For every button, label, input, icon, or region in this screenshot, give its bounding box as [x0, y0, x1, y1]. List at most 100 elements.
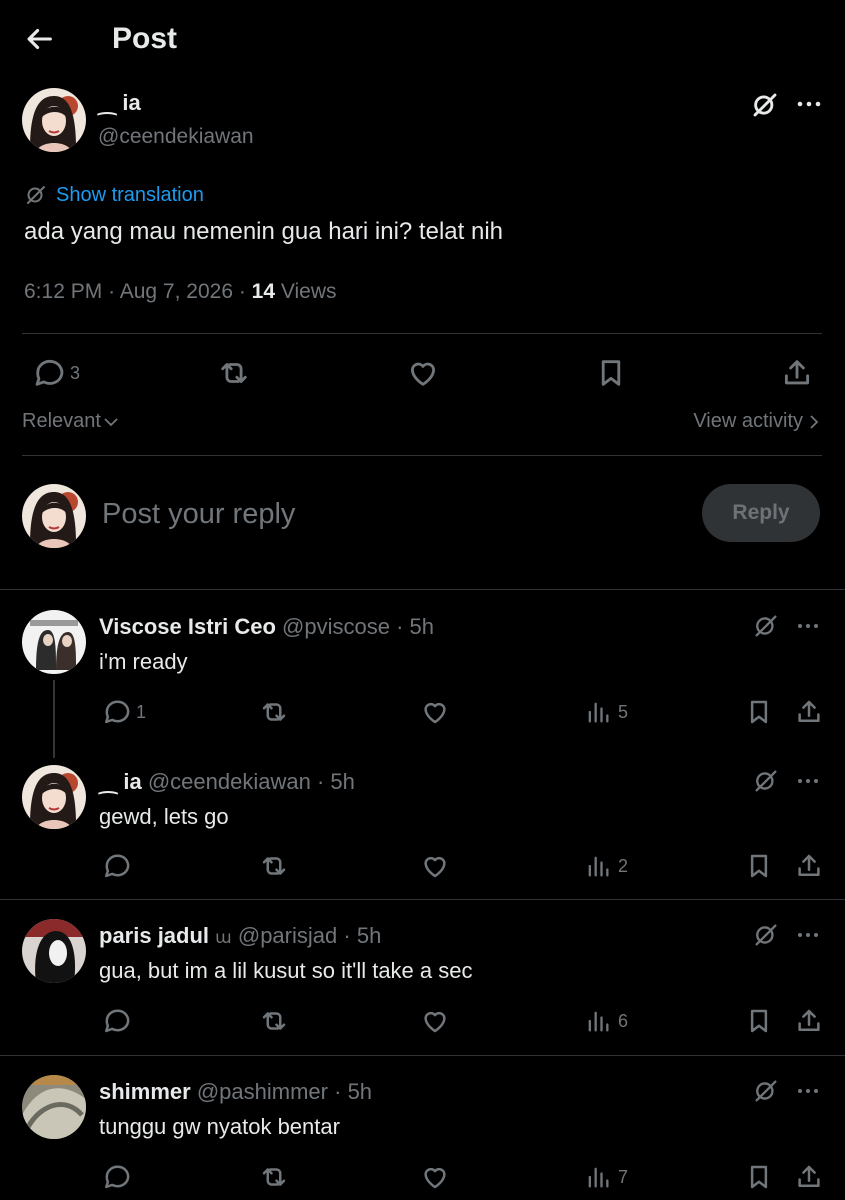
share-action[interactable]: [794, 697, 824, 727]
reply-text: gewd, lets go: [99, 804, 229, 829]
author-handle[interactable]: @ceendekiawan: [98, 125, 254, 149]
share-action[interactable]: [794, 1162, 824, 1192]
reply-time[interactable]: 5h: [330, 769, 354, 794]
grok-button[interactable]: [752, 612, 780, 640]
heart-icon: [424, 1011, 446, 1033]
chevron-down-icon: [104, 417, 118, 426]
more-horizontal-icon: [798, 624, 818, 628]
heart-icon: [424, 856, 446, 878]
reply-button[interactable]: Reply: [702, 484, 820, 542]
share-icon: [798, 854, 820, 876]
heart-icon: [424, 1167, 446, 1189]
author-display-name[interactable]: ⁔ ia: [98, 90, 141, 116]
avatar[interactable]: [22, 765, 86, 829]
reply-header: paris jadul ա @parisjad · 5h: [99, 923, 382, 948]
views-count: 2: [618, 855, 629, 876]
reply-author-name[interactable]: paris jadul: [99, 923, 209, 948]
reply-action[interactable]: [100, 851, 130, 881]
repost-icon: [221, 363, 247, 383]
repost-action[interactable]: [258, 697, 290, 727]
more-horizontal-icon: [797, 101, 821, 107]
more-button[interactable]: [796, 773, 820, 789]
like-action[interactable]: [420, 1006, 450, 1036]
share-action[interactable]: [794, 1006, 824, 1036]
reply-action[interactable]: [100, 1006, 130, 1036]
grok-button[interactable]: [750, 90, 780, 120]
views-action[interactable]: 5: [584, 697, 628, 727]
repost-icon: [262, 1012, 286, 1030]
repost-action[interactable]: [258, 1162, 290, 1192]
show-translation-link[interactable]: Show translation: [24, 182, 204, 208]
reply-time[interactable]: 5h: [357, 923, 381, 948]
more-button[interactable]: [796, 96, 822, 112]
bookmark-action[interactable]: [744, 851, 774, 881]
like-action[interactable]: [420, 851, 450, 881]
avatar[interactable]: [22, 610, 86, 674]
more-button[interactable]: [796, 618, 820, 634]
view-activity-link[interactable]: View activity: [693, 410, 819, 433]
bookmark-action[interactable]: [594, 356, 628, 390]
reply-action[interactable]: [100, 1162, 130, 1192]
chevron-right-icon: [810, 414, 819, 429]
views-count: 14: [251, 280, 276, 303]
share-icon: [798, 1009, 820, 1031]
reply-author-handle[interactable]: @pashimmer: [197, 1079, 328, 1104]
avatar[interactable]: [22, 919, 86, 983]
repost-action[interactable]: [258, 851, 290, 881]
reply-author-name[interactable]: Viscose Istri Ceo: [99, 614, 276, 639]
share-icon: [784, 360, 810, 385]
post-date[interactable]: Aug 7, 2026: [120, 280, 233, 303]
reply-action[interactable]: 3: [30, 356, 80, 390]
composer-avatar: [22, 484, 86, 548]
reply-icon: [105, 700, 130, 724]
reply-time[interactable]: 5h: [410, 614, 434, 639]
reply-text: tunggu gw nyatok bentar: [99, 1114, 340, 1139]
share-action[interactable]: [780, 356, 814, 390]
heart-icon: [424, 702, 446, 724]
grok-button[interactable]: [752, 767, 780, 795]
reply-action[interactable]: 1: [100, 697, 146, 727]
more-button[interactable]: [796, 1083, 820, 1099]
bookmark-action[interactable]: [744, 1006, 774, 1036]
like-action[interactable]: [420, 697, 450, 727]
divider: [22, 455, 822, 456]
share-icon: [798, 1165, 820, 1187]
views-action[interactable]: 6: [584, 1006, 628, 1036]
more-horizontal-icon: [798, 1089, 818, 1093]
bookmark-action[interactable]: [744, 1162, 774, 1192]
bookmark-icon: [750, 854, 768, 878]
analytics-icon: [588, 856, 609, 877]
share-icon: [798, 700, 820, 722]
reply-input[interactable]: [102, 493, 662, 535]
repost-icon: [262, 703, 286, 721]
like-action[interactable]: [420, 1162, 450, 1192]
avatar[interactable]: [22, 88, 86, 152]
views-action[interactable]: 7: [584, 1162, 628, 1192]
sort-label: Relevant: [22, 410, 101, 432]
reply-author-handle[interactable]: @ceendekiawan: [148, 769, 311, 794]
share-action[interactable]: [794, 851, 824, 881]
reply-author-name[interactable]: ⁔ ia: [99, 769, 142, 794]
more-button[interactable]: [796, 927, 820, 943]
post-time[interactable]: 6:12 PM: [24, 280, 102, 303]
views-action[interactable]: 2: [584, 851, 628, 881]
repost-action[interactable]: [216, 356, 252, 390]
reply-author-handle[interactable]: @pviscose: [282, 614, 390, 639]
reply-author-name[interactable]: shimmer: [99, 1079, 191, 1104]
analytics-icon: [588, 702, 609, 723]
divider: [0, 899, 845, 900]
bookmark-action[interactable]: [744, 697, 774, 727]
repost-action[interactable]: [258, 1006, 290, 1036]
reply-author-handle[interactable]: @parisjad: [238, 923, 337, 948]
reply-icon: [105, 1009, 130, 1033]
like-action[interactable]: [406, 356, 440, 390]
reply-time[interactable]: 5h: [348, 1079, 372, 1104]
grok-button[interactable]: [752, 1077, 780, 1105]
grok-button[interactable]: [752, 921, 780, 949]
repost-icon: [262, 1168, 286, 1186]
back-button[interactable]: [22, 22, 56, 56]
reply-header: ⁔ ia @ceendekiawan · 5h: [99, 769, 355, 794]
avatar[interactable]: [22, 1075, 86, 1139]
sort-dropdown[interactable]: Relevant: [22, 410, 119, 433]
views-label: Views: [280, 280, 337, 303]
